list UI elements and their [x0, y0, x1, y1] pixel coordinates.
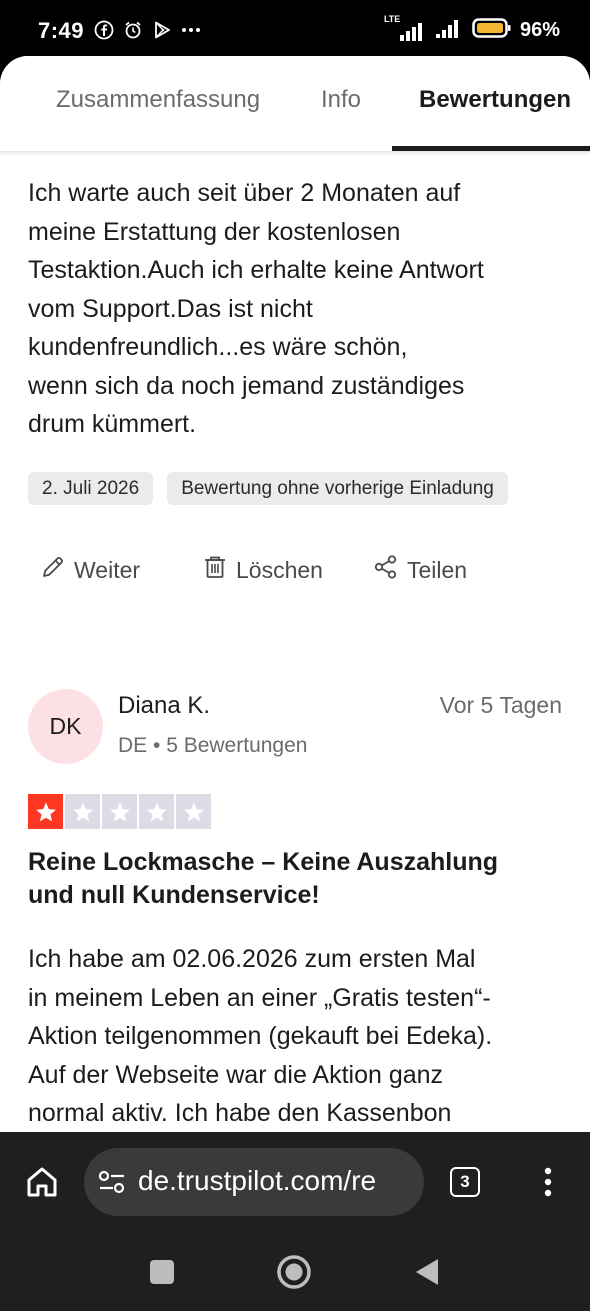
review-date: Vor 5 Tagen [439, 692, 562, 718]
tab-switcher-button[interactable]: 3 [450, 1167, 480, 1197]
edit-button[interactable]: Weiter [40, 554, 140, 586]
share-button[interactable]: Teilen [373, 554, 467, 586]
facebook-icon [94, 20, 114, 40]
delete-label: Löschen [236, 556, 323, 583]
address-bar[interactable]: de.trustpilot.com/re [84, 1148, 424, 1216]
vertical-dots-icon [544, 1167, 552, 1197]
tab-info[interactable]: Info [321, 86, 361, 114]
battery-icon [472, 17, 512, 44]
battery-percent: 96% [519, 19, 560, 41]
star-empty-icon [102, 794, 137, 829]
square-icon [150, 1260, 174, 1284]
notification-icons [94, 20, 201, 40]
url-text[interactable]: de.trustpilot.com/re [138, 1165, 376, 1197]
tab-bewertungen[interactable]: Bewertungen [419, 86, 571, 114]
date-chip: 2. Juli 2026 [28, 472, 154, 505]
status-bar: 7:49 LTE 96% [0, 0, 590, 60]
more-menu-button[interactable] [540, 1164, 556, 1200]
avatar[interactable]: DK [28, 689, 103, 764]
invitation-chip[interactable]: Bewertung ohne vorherige Einladung [167, 472, 508, 505]
review-tags: 2. Juli 2026 Bewertung ohne vorherige Ei… [28, 472, 508, 505]
back-triangle-icon [416, 1259, 438, 1285]
site-settings-icon[interactable] [98, 1170, 126, 1194]
page-content: Zusammenfassung Info Bewertungen Ich war… [0, 56, 590, 1132]
trash-icon [202, 554, 228, 586]
review-actions: Weiter Löschen Teilen [40, 554, 560, 590]
star-empty-icon [176, 794, 211, 829]
star-empty-icon [65, 794, 100, 829]
pencil-icon [40, 554, 66, 586]
system-nav-bar [0, 1232, 590, 1311]
review-body: Ich warte auch seit über 2 Monaten auf m… [28, 179, 484, 438]
star-filled-icon [28, 794, 63, 829]
review-title[interactable]: Reine Lockmasche – Keine Auszahlung und … [28, 846, 568, 912]
signal-icon [434, 17, 464, 44]
home-icon [27, 1167, 57, 1197]
home-button[interactable] [24, 1164, 60, 1200]
browser-toolbar: de.trustpilot.com/re 3 [0, 1132, 590, 1232]
star-rating [28, 794, 211, 829]
reviewer-meta: DE • 5 Bewertungen [118, 734, 308, 757]
circle-icon [277, 1255, 311, 1289]
system-status: LTE 96% [384, 14, 560, 44]
tab-bar: Zusammenfassung Info Bewertungen [0, 56, 590, 152]
alarm-icon [123, 20, 143, 40]
more-dots-icon [181, 20, 201, 40]
delete-button[interactable]: Löschen [202, 554, 323, 586]
active-tab-indicator [392, 146, 590, 151]
home-nav-button[interactable] [276, 1254, 312, 1290]
review-body-second: Ich habe am 02.06.2026 zum ersten Mal in… [28, 945, 493, 1127]
lte-signal-icon: LTE [384, 14, 426, 42]
share-label: Teilen [407, 556, 468, 583]
recents-button[interactable] [144, 1254, 180, 1290]
star-empty-icon [139, 794, 174, 829]
tab-zusammenfassung[interactable]: Zusammenfassung [56, 86, 260, 114]
reviewer-name[interactable]: Diana K. [118, 692, 210, 720]
share-icon [373, 554, 399, 586]
play-store-icon [152, 20, 172, 40]
back-button[interactable] [410, 1254, 446, 1290]
status-time: 7:49 [38, 18, 85, 43]
edit-label: Weiter [74, 556, 141, 583]
